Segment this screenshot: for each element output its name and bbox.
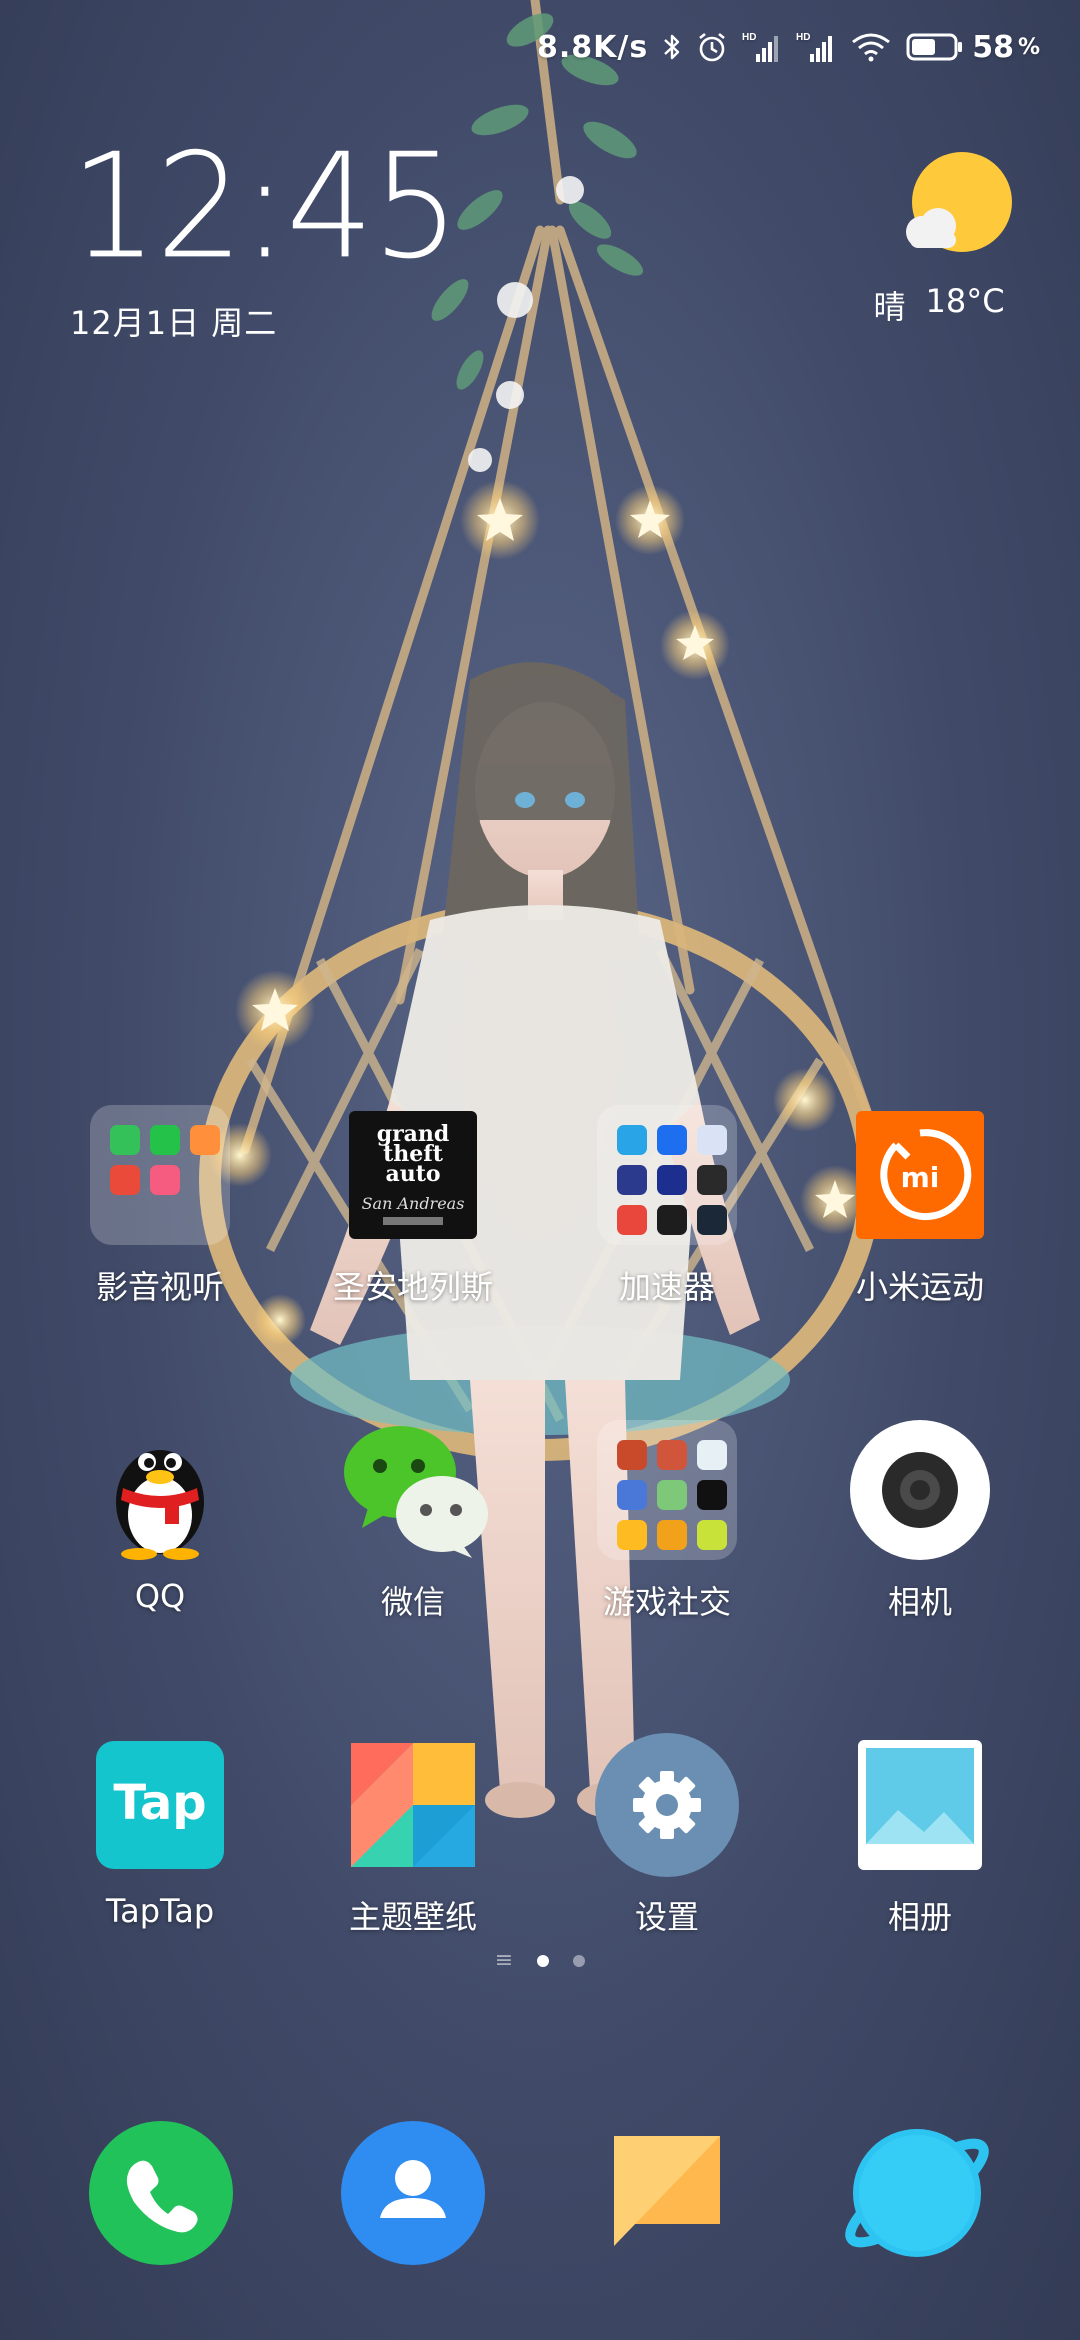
app-drawer-lines-icon[interactable]: ≡: [495, 1950, 513, 1972]
app-label: 相册: [887, 1898, 952, 1936]
dock-messages[interactable]: [590, 2118, 740, 2268]
weather-widget[interactable]: 晴 18°C: [864, 150, 1014, 328]
app-taptap[interactable]: Tap TapTap: [60, 1730, 260, 1930]
svg-text:mi: mi: [901, 1161, 940, 1194]
gallery-icon: [858, 1740, 982, 1870]
battery-icon: [906, 33, 963, 61]
taptap-icon: Tap: [96, 1741, 224, 1869]
svg-text:Tap: Tap: [113, 1775, 206, 1831]
app-label: 设置: [634, 1898, 699, 1936]
bluetooth-icon: [662, 32, 682, 62]
app-mi-fit[interactable]: mi 小米运动: [820, 1100, 1020, 1308]
folder-accelerator[interactable]: 加速器: [567, 1100, 767, 1308]
hd-signal-icon: HD: [796, 30, 836, 64]
app-settings[interactable]: 设置: [567, 1730, 767, 1938]
app-wechat[interactable]: 微信: [313, 1415, 513, 1623]
app-label: 小米运动: [855, 1268, 984, 1306]
app-camera[interactable]: 相机: [820, 1415, 1020, 1623]
dock-phone[interactable]: [86, 2118, 236, 2268]
app-gta-san-andreas[interactable]: grand theft auto San Andreas 圣安地列斯: [313, 1100, 513, 1308]
app-label: 圣安地列斯: [332, 1268, 493, 1306]
dock-contacts[interactable]: [338, 2118, 488, 2268]
folder-media[interactable]: 影音视听: [60, 1100, 260, 1308]
browser-icon: [845, 2129, 989, 2257]
weather-condition: 晴: [873, 288, 906, 326]
status-bar: 8.8K/s HD HD 58 %: [537, 22, 1040, 72]
svg-text:HD: HD: [742, 32, 756, 43]
svg-text:HD: HD: [796, 32, 810, 43]
battery-indicator: 58 %: [906, 30, 1040, 65]
app-label: 相机: [887, 1583, 952, 1621]
svg-text:San Andreas: San Andreas: [362, 1194, 465, 1213]
dock-browser[interactable]: [842, 2118, 992, 2268]
messages-icon: [614, 2136, 720, 2246]
app-label: 主题壁纸: [348, 1898, 477, 1936]
app-label: QQ: [134, 1577, 186, 1615]
accelerator-folder-icon: [597, 1105, 737, 1245]
battery-unit: %: [1017, 34, 1040, 60]
network-speed: 8.8K/s: [536, 29, 649, 65]
app-gallery[interactable]: 相册: [820, 1730, 1020, 1938]
folder-games[interactable]: 游戏社交: [567, 1415, 767, 1623]
settings-gear-icon: [595, 1733, 739, 1877]
hd-signal-icon: HD: [742, 30, 782, 64]
qq-penguin-icon: [116, 1450, 204, 1560]
camera-icon: [850, 1420, 990, 1560]
app-label: 加速器: [618, 1268, 715, 1306]
app-label: TapTap: [105, 1892, 215, 1930]
wifi-icon: [850, 31, 892, 63]
app-label: 微信: [380, 1583, 445, 1621]
wechat-icon: [344, 1426, 488, 1558]
clock-date: 12月1日 周二: [70, 304, 278, 342]
contacts-icon: [341, 2121, 485, 2265]
sun-cloud-icon: [906, 152, 1012, 252]
clock-time: 12:45: [70, 121, 460, 291]
games-folder-icon: [597, 1420, 737, 1560]
svg-text:auto: auto: [385, 1161, 440, 1187]
clock-widget[interactable]: 12:45 12月1日 周二: [70, 121, 460, 344]
phone-icon: [89, 2121, 233, 2265]
app-qq[interactable]: QQ: [60, 1415, 260, 1615]
app-themes[interactable]: 主题壁纸: [313, 1730, 513, 1938]
page-indicator[interactable]: ≡: [0, 1950, 1080, 1972]
gta-san-andreas-icon: grand theft auto San Andreas: [349, 1111, 477, 1239]
page-dot-active[interactable]: [537, 1955, 550, 1967]
media-folder-icon: [90, 1105, 230, 1245]
battery-level: 58: [972, 29, 1014, 65]
page-dot[interactable]: [573, 1955, 586, 1967]
alarm-icon: [696, 31, 728, 63]
themes-icon: [351, 1743, 475, 1867]
weather-temperature: 18°C: [925, 282, 1005, 320]
app-label: 游戏社交: [602, 1583, 731, 1621]
app-label: 影音视听: [95, 1268, 224, 1306]
mi-fit-icon: mi: [856, 1111, 984, 1239]
